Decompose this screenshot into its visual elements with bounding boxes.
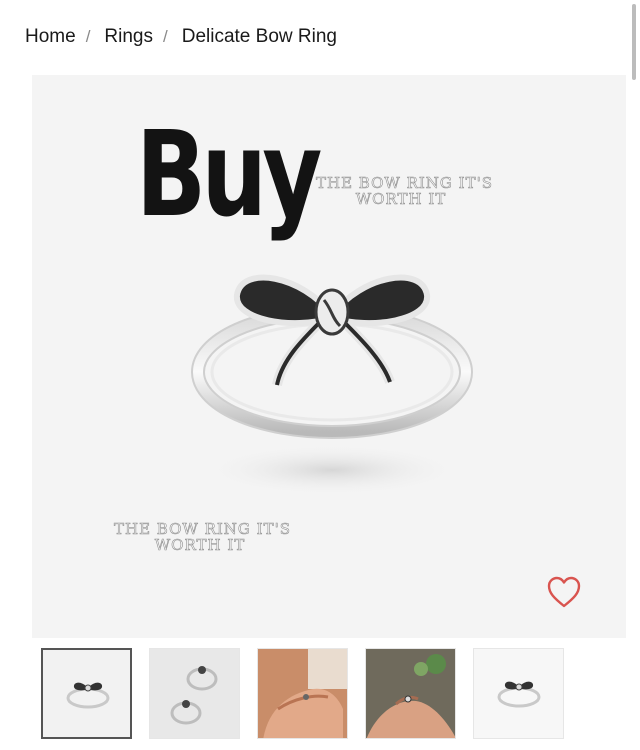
thumbnail-ring-on-finger-outdoor[interactable] [365, 648, 456, 739]
thumbnail-two-rings[interactable] [149, 648, 240, 739]
thumbnail-gallery [41, 648, 564, 739]
breadcrumb: Home / Rings / Delicate Bow Ring [25, 26, 337, 48]
product-image-main[interactable]: Buy THE BOW RING IT'S WORTH IT THE BOW R… [32, 75, 626, 638]
breadcrumb-rings[interactable]: Rings [104, 26, 153, 48]
hero-tagline-top: THE BOW RING IT'S WORTH IT [316, 174, 494, 208]
bow-ring-image [191, 274, 473, 496]
hero-tagline-bottom: THE BOW RING IT'S WORTH IT [114, 520, 292, 554]
hero-headline: Buy [136, 105, 322, 243]
tagline-line: THE BOW RING IT'S [316, 174, 494, 192]
breadcrumb-separator: / [85, 27, 91, 46]
tagline-line: WORTH IT [154, 536, 246, 554]
thumbnail-ring-on-hand[interactable] [257, 648, 348, 739]
tagline-line: THE BOW RING IT'S [114, 520, 292, 538]
thumbnail-ring-front[interactable] [41, 648, 132, 739]
heart-outline-icon[interactable] [546, 575, 582, 609]
thumbnail-ring-detail[interactable] [473, 648, 564, 739]
tagline-line: WORTH IT [355, 190, 447, 208]
breadcrumb-separator: / [163, 27, 168, 46]
breadcrumb-current-product: Delicate Bow Ring [181, 26, 337, 47]
breadcrumb-home[interactable]: Home [25, 26, 76, 48]
page-scrollbar[interactable] [632, 4, 636, 80]
